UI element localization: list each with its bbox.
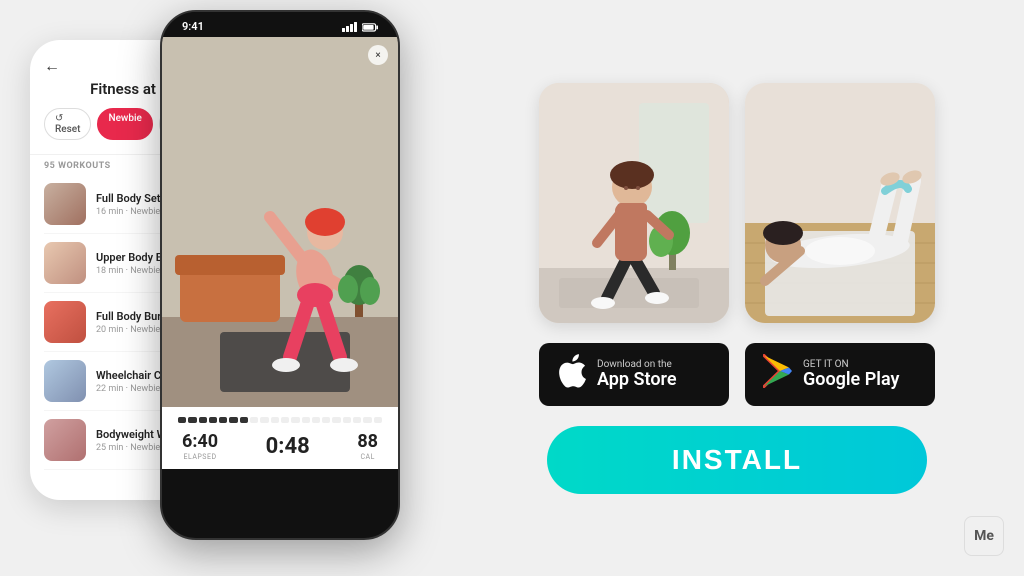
signal-icon [342, 22, 358, 32]
photo-scene-2 [745, 83, 935, 323]
progress-bar [178, 417, 382, 423]
elapsed-label: ELAPSED [182, 453, 218, 461]
reset-chip[interactable]: ↺ Reset [44, 108, 91, 140]
store-buttons: Download on the App Store GET IT ON Goog… [539, 343, 935, 406]
progress-seg [302, 417, 310, 423]
google-play-icon [763, 354, 793, 395]
fitness-photo-1 [539, 83, 729, 323]
workout-thumb [44, 419, 86, 461]
workout-thumb [44, 242, 86, 284]
progress-seg [363, 417, 371, 423]
left-section: ← Fitness at Home ↺ Reset Newbie Medium … [0, 0, 450, 576]
timer-stat: 0:48 [266, 434, 310, 459]
google-play-main: Google Play [803, 371, 899, 389]
status-icons [342, 22, 378, 32]
newbie-chip[interactable]: Newbie [97, 108, 152, 140]
progress-seg [219, 417, 227, 423]
progress-seg [199, 417, 207, 423]
workout-thumb [44, 360, 86, 402]
right-section: Download on the App Store GET IT ON Goog… [450, 0, 1024, 576]
cal-label: CAL [357, 453, 378, 461]
photo-row [539, 83, 935, 323]
timer-value: 0:48 [266, 434, 310, 459]
progress-seg [322, 417, 330, 423]
me-badge: Me [964, 516, 1004, 556]
fitness-photo-2 [745, 83, 935, 323]
progress-seg [312, 417, 320, 423]
app-store-text: Download on the App Store [597, 359, 677, 389]
install-button[interactable]: INSTALL [547, 426, 927, 494]
workout-video-scene [162, 37, 398, 407]
workout-thumb [44, 301, 86, 343]
progress-seg [188, 417, 196, 423]
progress-seg [291, 417, 299, 423]
progress-seg [271, 417, 279, 423]
app-store-button[interactable]: Download on the App Store [539, 343, 729, 406]
close-button[interactable]: × [368, 45, 388, 65]
progress-seg [281, 417, 289, 423]
google-play-button[interactable]: GET IT ON Google Play [745, 343, 935, 406]
progress-seg [260, 417, 268, 423]
apple-icon [557, 353, 587, 396]
video-area: × [162, 37, 398, 407]
photo-scene-1 [539, 83, 729, 323]
progress-seg [353, 417, 361, 423]
progress-seg [250, 417, 258, 423]
stats-row: 6:40 ELAPSED 0:48 88 CAL [178, 431, 382, 461]
google-play-text: GET IT ON Google Play [803, 359, 899, 389]
progress-seg [209, 417, 217, 423]
progress-seg [374, 417, 382, 423]
cal-value: 88 [357, 431, 378, 452]
progress-seg [240, 417, 248, 423]
progress-seg [178, 417, 186, 423]
phone-foreground: 9:41 [160, 10, 400, 540]
app-store-main: App Store [597, 371, 677, 389]
progress-seg [343, 417, 351, 423]
cal-stat: 88 CAL [357, 431, 378, 461]
battery-icon [362, 22, 378, 32]
progress-seg [229, 417, 237, 423]
workout-thumb [44, 183, 86, 225]
status-bar: 9:41 [162, 12, 398, 37]
progress-seg [332, 417, 340, 423]
status-time: 9:41 [182, 20, 204, 33]
player-controls: 6:40 ELAPSED 0:48 88 CAL [162, 407, 398, 469]
elapsed-stat: 6:40 ELAPSED [182, 431, 218, 461]
elapsed-value: 6:40 [182, 431, 218, 452]
